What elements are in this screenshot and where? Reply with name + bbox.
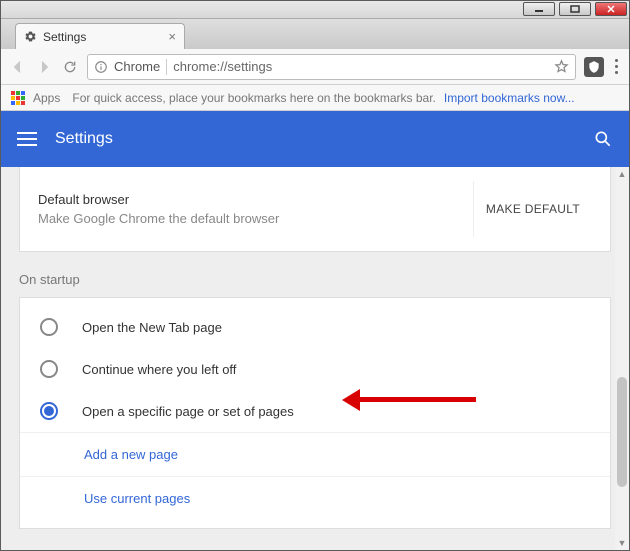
on-startup-card: Open the New Tab page Continue where you…	[19, 297, 611, 529]
bookmarks-hint: For quick access, place your bookmarks h…	[72, 91, 436, 105]
add-new-page-link[interactable]: Add a new page	[20, 432, 610, 476]
scroll-down-button[interactable]: ▼	[615, 536, 629, 550]
toolbar: Chrome chrome://settings	[1, 49, 629, 85]
forward-button[interactable]	[35, 58, 53, 76]
default-browser-subtitle: Make Google Chrome the default browser	[38, 211, 473, 226]
apps-label[interactable]: Apps	[33, 91, 60, 105]
page-title: Settings	[55, 130, 113, 148]
bookmarks-bar: Apps For quick access, place your bookma…	[1, 85, 629, 111]
reload-button[interactable]	[61, 58, 79, 76]
address-bar[interactable]: Chrome chrome://settings	[87, 54, 576, 80]
apps-icon[interactable]	[11, 91, 25, 105]
startup-option-continue[interactable]: Continue where you left off	[20, 348, 610, 390]
scrollbar-thumb[interactable]	[617, 377, 627, 487]
default-browser-title: Default browser	[38, 192, 473, 207]
use-current-pages-link[interactable]: Use current pages	[20, 476, 610, 520]
site-info-icon[interactable]	[94, 60, 108, 74]
maximize-button[interactable]	[559, 2, 591, 16]
startup-option-new-tab[interactable]: Open the New Tab page	[20, 306, 610, 348]
startup-option-specific-pages[interactable]: Open a specific page or set of pages	[20, 390, 610, 432]
tab-title: Settings	[43, 30, 86, 44]
tab-settings[interactable]: Settings ×	[15, 23, 185, 49]
browser-window: Settings × Chrome chrome://settings	[0, 0, 630, 551]
divider	[166, 59, 167, 75]
radio-icon	[40, 360, 58, 378]
scrollbar-track[interactable]: ▲ ▼	[615, 167, 629, 550]
radio-label: Open a specific page or set of pages	[82, 404, 294, 419]
radio-icon-selected	[40, 402, 58, 420]
radio-label: Continue where you left off	[82, 362, 236, 377]
chrome-menu-button[interactable]	[612, 56, 621, 77]
make-default-button[interactable]: MAKE DEFAULT	[473, 181, 592, 237]
settings-header: Settings	[1, 111, 629, 167]
search-icon[interactable]	[593, 129, 613, 149]
settings-content: Default browser Make Google Chrome the d…	[1, 167, 629, 550]
bookmark-star-icon[interactable]	[554, 59, 569, 74]
scroll-up-button[interactable]: ▲	[615, 167, 629, 181]
back-button[interactable]	[9, 58, 27, 76]
radio-icon	[40, 318, 58, 336]
default-browser-panel: Default browser Make Google Chrome the d…	[19, 167, 611, 252]
minimize-button[interactable]	[523, 2, 555, 16]
on-startup-section-title: On startup	[1, 252, 629, 297]
tab-strip: Settings ×	[1, 19, 629, 49]
omnibox-security-label: Chrome	[114, 59, 160, 74]
menu-icon[interactable]	[17, 132, 37, 146]
radio-label: Open the New Tab page	[82, 320, 222, 335]
os-titlebar	[1, 1, 629, 19]
import-bookmarks-link[interactable]: Import bookmarks now...	[444, 91, 575, 105]
gear-icon	[24, 30, 37, 43]
window-close-button[interactable]	[595, 2, 627, 16]
omnibox-url: chrome://settings	[173, 59, 548, 74]
extension-ublock-icon[interactable]	[584, 57, 604, 77]
tab-close-icon[interactable]: ×	[168, 29, 176, 44]
